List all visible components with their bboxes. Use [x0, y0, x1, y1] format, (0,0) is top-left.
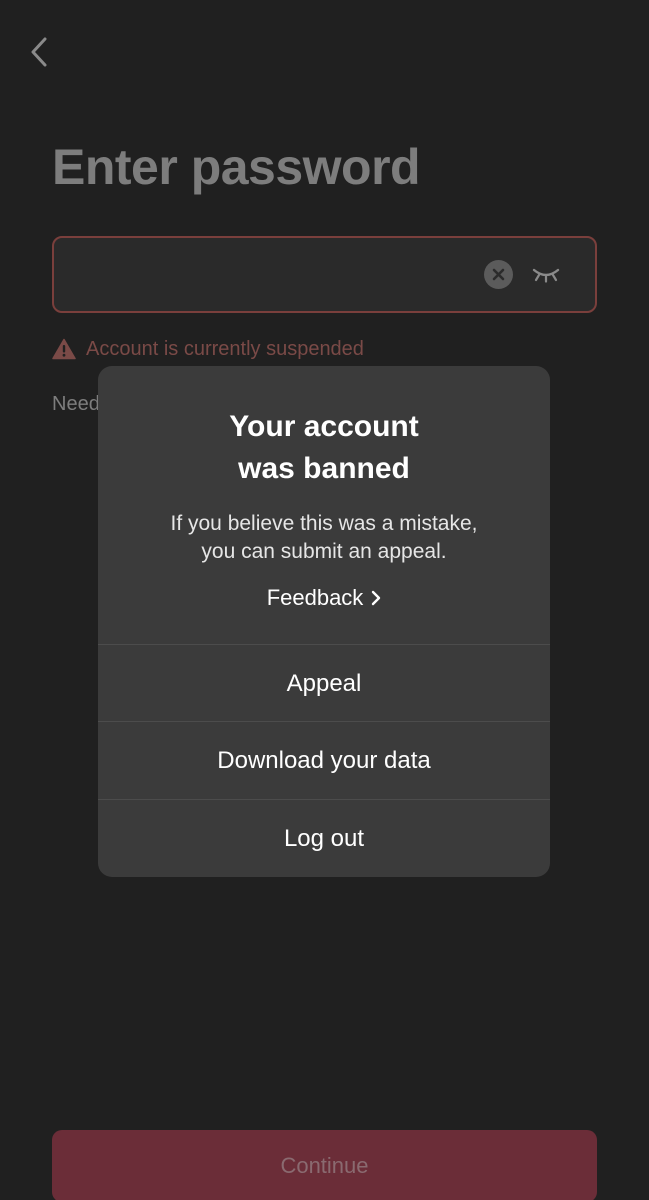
dialog-title-line: was banned [238, 452, 410, 485]
dialog-message-line: If you believe this was a mistake, [170, 512, 478, 535]
feedback-label: Feedback [266, 585, 364, 610]
chevron-right-icon [372, 590, 381, 606]
ban-dialog: Your account was banned If you believe t… [98, 366, 550, 877]
appeal-button[interactable]: Appeal [98, 644, 550, 722]
dialog-title-line: Your account [229, 410, 419, 443]
dialog-title: Your account was banned [98, 406, 550, 490]
log-out-button[interactable]: Log out [98, 799, 550, 877]
password-screen: Enter password Account is currently susp… [0, 0, 649, 1200]
download-data-button[interactable]: Download your data [98, 721, 550, 799]
feedback-link[interactable]: Feedback [98, 585, 550, 611]
dialog-message-line: you can submit an appeal. [201, 540, 447, 563]
dialog-message: If you believe this was a mistake, you c… [98, 510, 550, 566]
